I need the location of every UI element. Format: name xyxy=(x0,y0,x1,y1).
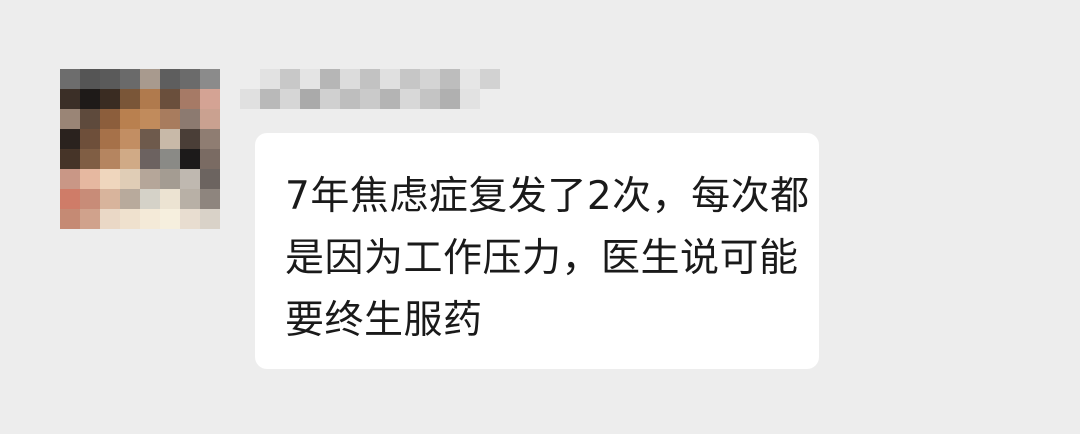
avatar-mosaic-block xyxy=(160,89,180,109)
avatar-mosaic-block xyxy=(180,69,200,89)
avatar-mosaic-block xyxy=(140,169,160,189)
sender-name-mosaic-block xyxy=(360,89,380,109)
avatar-mosaic-block xyxy=(160,189,180,209)
avatar-mosaic-block xyxy=(160,129,180,149)
avatar-mosaic-block xyxy=(80,129,100,149)
sender-name-mosaic-block xyxy=(360,69,380,89)
avatar-mosaic-block xyxy=(100,129,120,149)
avatar-mosaic-block xyxy=(200,209,220,229)
avatar-mosaic-block xyxy=(80,109,100,129)
sender-name-mosaic-block xyxy=(340,89,360,109)
message-line: 7年焦虑症复发了2次，每次都 xyxy=(285,174,810,219)
sender-name-mosaic-block xyxy=(460,89,480,109)
avatar-mosaic-block xyxy=(100,169,120,189)
sender-name-mosaic-block xyxy=(260,69,280,89)
avatar-mosaic-block xyxy=(140,129,160,149)
avatar-mosaic-block xyxy=(160,69,180,89)
avatar-mosaic-block xyxy=(120,189,140,209)
sender-name-mosaic-block xyxy=(380,89,400,109)
avatar-mosaic-block xyxy=(120,109,140,129)
avatar-mosaic-block xyxy=(140,189,160,209)
avatar-mosaic-block xyxy=(60,149,80,169)
sender-name-mosaic-block xyxy=(240,89,260,109)
sender-name-mosaic-block xyxy=(420,69,440,89)
avatar-mosaic-block xyxy=(60,189,80,209)
avatar-mosaic-block xyxy=(180,209,200,229)
avatar-mosaic-block xyxy=(180,89,200,109)
sender-name-mosaic-block xyxy=(320,69,340,89)
avatar-mosaic-block xyxy=(180,129,200,149)
message-bubble[interactable]: 7年焦虑症复发了2次，每次都 是因为工作压力，医生说可能 要终生服药 xyxy=(255,133,819,369)
avatar-mosaic-block xyxy=(180,149,200,169)
avatar-mosaic-block xyxy=(200,109,220,129)
avatar-mosaic-block xyxy=(60,69,80,89)
avatar-mosaic-block xyxy=(120,209,140,229)
avatar-mosaic-block xyxy=(100,149,120,169)
avatar-mosaic-block xyxy=(200,189,220,209)
avatar-mosaic-block xyxy=(80,69,100,89)
avatar-mosaic-block xyxy=(160,149,180,169)
sender-name-mosaic-block xyxy=(400,89,420,109)
sender-name-mosaic-block xyxy=(460,69,480,89)
avatar-mosaic-block xyxy=(100,109,120,129)
message-line: 是因为工作压力，医生说可能 xyxy=(285,236,799,281)
sender-name-mosaic-block xyxy=(400,69,420,89)
message-line: 要终生服药 xyxy=(285,298,483,343)
avatar-mosaic-block xyxy=(80,149,100,169)
avatar[interactable] xyxy=(60,69,220,229)
sender-name-mosaic-block xyxy=(260,89,280,109)
avatar-mosaic-block xyxy=(200,169,220,189)
sender-name-mosaic-block xyxy=(420,89,440,109)
sender-name-mosaic-block xyxy=(280,89,300,109)
avatar-mosaic-block xyxy=(140,89,160,109)
avatar-mosaic-block xyxy=(180,189,200,209)
sender-name-mosaic-block xyxy=(380,69,400,89)
sender-name-mosaic-block xyxy=(440,69,460,89)
avatar-mosaic-block xyxy=(160,209,180,229)
avatar-mosaic-block xyxy=(140,109,160,129)
sender-name-mosaic-block xyxy=(480,69,500,89)
avatar-mosaic-block xyxy=(140,209,160,229)
avatar-mosaic-block xyxy=(200,89,220,109)
avatar-mosaic-block xyxy=(80,189,100,209)
avatar-mosaic-block xyxy=(80,169,100,189)
avatar-mosaic-block xyxy=(80,89,100,109)
avatar-mosaic-block xyxy=(60,209,80,229)
avatar-mosaic-block xyxy=(60,89,80,109)
sender-name-mosaic-block xyxy=(300,89,320,109)
avatar-mosaic-block xyxy=(100,189,120,209)
avatar-mosaic-block xyxy=(120,69,140,89)
avatar-mosaic-block xyxy=(100,89,120,109)
avatar-mosaic-block xyxy=(60,109,80,129)
sender-name-mosaic-block xyxy=(340,69,360,89)
avatar-mosaic-block xyxy=(200,69,220,89)
avatar-mosaic-block xyxy=(200,149,220,169)
avatar-mosaic-block xyxy=(140,149,160,169)
avatar-mosaic-block xyxy=(200,129,220,149)
avatar-mosaic-block xyxy=(80,209,100,229)
sender-name-mosaic-block xyxy=(300,69,320,89)
sender-name-mosaic-block xyxy=(240,69,260,89)
sender-name-mosaic-block xyxy=(440,89,460,109)
sender-name-mosaic-block xyxy=(280,69,300,89)
sender-name xyxy=(240,69,500,109)
avatar-mosaic-block xyxy=(180,109,200,129)
avatar-mosaic-block xyxy=(160,109,180,129)
avatar-mosaic-block xyxy=(180,169,200,189)
avatar-mosaic-block xyxy=(120,169,140,189)
avatar-mosaic-block xyxy=(60,169,80,189)
avatar-mosaic-block xyxy=(60,129,80,149)
avatar-mosaic-block xyxy=(120,149,140,169)
avatar-mosaic-block xyxy=(120,89,140,109)
sender-name-mosaic-block xyxy=(320,89,340,109)
sender-name-mosaic-block xyxy=(480,89,500,109)
avatar-mosaic-block xyxy=(120,129,140,149)
avatar-mosaic-block xyxy=(160,169,180,189)
avatar-mosaic-block xyxy=(100,69,120,89)
avatar-mosaic-block xyxy=(100,209,120,229)
avatar-mosaic-block xyxy=(140,69,160,89)
